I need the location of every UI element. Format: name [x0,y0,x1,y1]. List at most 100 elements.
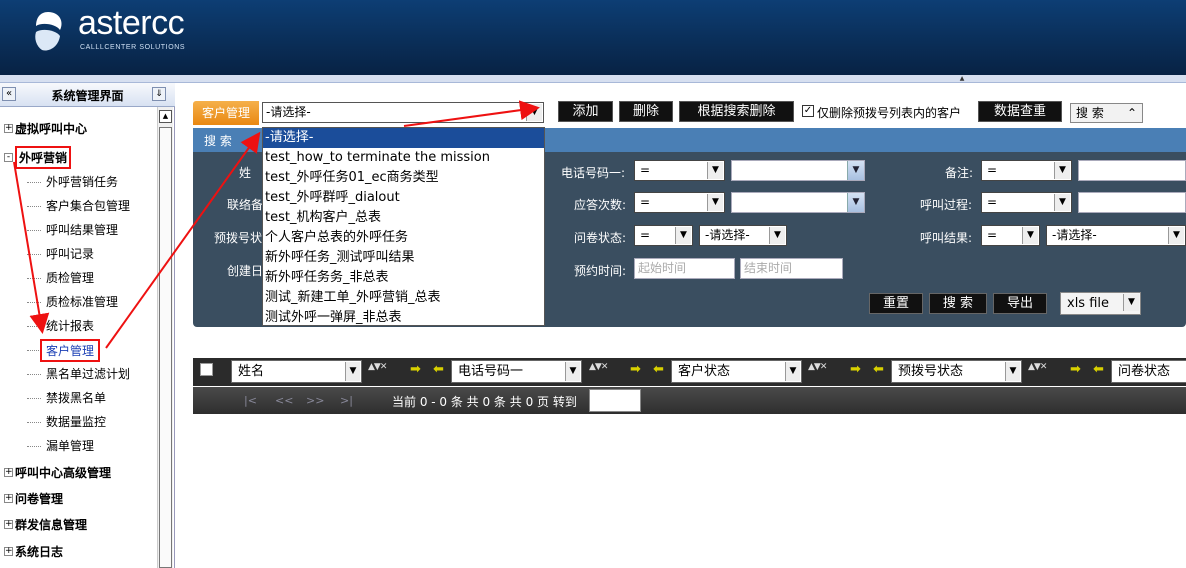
sidebar-item-call-result[interactable]: 呼叫结果管理 [46,221,118,238]
chevron-down-icon[interactable]: ▼ [1054,194,1070,211]
tree-group-advanced[interactable]: + 呼叫中心高级管理 [4,464,111,481]
scroll-thumb[interactable] [159,127,172,568]
note-operator-select[interactable]: = ▼ [981,160,1072,181]
chevron-down-icon[interactable]: ▼ [769,227,785,244]
sidebar-scrollbar[interactable]: ▲ [157,107,173,568]
move-right-icon[interactable]: ➡ [410,362,421,377]
dropdown-option[interactable]: -请选择- [263,128,544,148]
survey-status-select[interactable]: -请选择- ▼ [699,225,787,246]
sidebar-item-qc[interactable]: 质检管理 [46,269,94,286]
export-button[interactable]: 导出 [993,293,1047,314]
tab-customer-manage[interactable]: 客户管理 [193,101,259,125]
tree-group-survey[interactable]: + 问卷管理 [4,490,63,507]
next-page-button[interactable]: >> [306,394,324,407]
expand-icon[interactable]: + [4,547,13,556]
sidebar-item-report[interactable]: 统计报表 [46,317,94,334]
chevron-down-icon[interactable]: ▼ [847,161,864,180]
move-right-icon[interactable]: ➡ [1070,362,1081,377]
add-button[interactable]: 添加 [558,101,613,122]
move-left-icon[interactable]: ⬅ [433,362,444,377]
answer-operator-select[interactable]: = ▼ [634,192,725,213]
column-controls-icon[interactable]: ▲▼✕ [1028,362,1047,372]
goto-page-input[interactable] [589,389,641,412]
pin-icon[interactable]: ⇓ [152,87,166,101]
sidebar-item-qc-standard[interactable]: 质检标准管理 [46,293,118,310]
dedupe-button[interactable]: 数据查重 [978,101,1062,122]
dropdown-option[interactable]: test_外呼任务01_ec商务类型 [263,168,544,188]
survey-operator-select[interactable]: = ▼ [634,225,693,246]
column-customer-status-select[interactable]: 客户状态 ▼ [671,360,802,383]
collapse-icon[interactable]: - [4,153,13,162]
call-process-input[interactable] [1078,192,1186,213]
scroll-up-icon[interactable]: ▲ [159,110,172,123]
move-right-icon[interactable]: ➡ [850,362,861,377]
chevron-down-icon[interactable]: ▼ [785,362,800,381]
expand-icon[interactable]: + [4,124,13,133]
column-controls-icon[interactable]: ▲▼✕ [808,362,827,372]
phone1-operator-select[interactable]: = ▼ [634,160,725,181]
dropdown-option[interactable]: test_how_to terminate the mission [263,148,544,168]
tree-group-system-log[interactable]: + 系统日志 [4,543,63,560]
prev-page-button[interactable]: << [275,394,293,407]
chevron-down-icon[interactable]: ▼ [565,362,580,381]
answer-count-input[interactable]: ▼ [731,192,865,213]
appointment-start-input[interactable]: 起始时间 [634,258,735,279]
reset-button[interactable]: 重置 [869,293,923,314]
task-dropdown-list[interactable]: -请选择- test_how_to terminate the mission … [262,127,545,326]
first-page-button[interactable]: |< [244,394,257,407]
header-splitter[interactable] [0,75,1186,83]
dropdown-option[interactable]: test_机构客户_总表 [263,208,544,228]
select-all-checkbox[interactable] [200,363,213,376]
chevron-down-icon[interactable]: ▼ [1005,362,1020,381]
expand-icon[interactable]: + [4,468,13,477]
tree-group-mass-message[interactable]: + 群发信息管理 [4,516,87,533]
sidebar-item-customer-manage[interactable]: 客户管理 [40,339,101,362]
sidebar-item-blacklist[interactable]: 禁拨黑名单 [46,389,106,406]
chevron-down-icon[interactable]: ▼ [1123,294,1139,311]
chevron-down-icon[interactable]: ▼ [707,162,723,179]
move-left-icon[interactable]: ⬅ [653,362,664,377]
column-phone1-select[interactable]: 电话号码一 ▼ [451,360,582,383]
note-input[interactable] [1078,160,1186,181]
column-controls-icon[interactable]: ▲▼✕ [589,362,608,372]
result-operator-select[interactable]: = ▼ [981,225,1040,246]
sidebar-item-customer-package[interactable]: 客户集合包管理 [46,197,130,214]
tree-group-virtual-callcenter[interactable]: + 虚拟呼叫中心 [4,120,87,137]
chevron-down-icon[interactable]: ▼ [526,104,542,121]
move-left-icon[interactable]: ⬅ [873,362,884,377]
splitter-grip-icon[interactable]: ▲ [952,76,972,82]
chevron-down-icon[interactable]: ▼ [1054,162,1070,179]
column-controls-icon[interactable]: ▲▼✕ [368,362,387,372]
chevron-down-icon[interactable]: ▼ [675,227,691,244]
phone1-input[interactable]: ▼ [731,160,865,181]
move-left-icon[interactable]: ⬅ [1093,362,1104,377]
task-select[interactable]: -请选择- ▼ [262,102,544,123]
sidebar-item-blacklist-plan[interactable]: 黑名单过滤计划 [46,365,130,382]
dropdown-option[interactable]: 新外呼任务务_非总表 [263,268,544,288]
chevron-down-icon[interactable]: ▼ [707,194,723,211]
last-page-button[interactable]: >| [340,394,353,407]
dropdown-option[interactable]: 新外呼任务_测试呼叫结果 [263,248,544,268]
search-toggle-button[interactable]: 搜 索 ⌃ [1070,103,1143,123]
process-operator-select[interactable]: = ▼ [981,192,1072,213]
column-predial-status-select[interactable]: 预拨号状态 ▼ [891,360,1022,383]
sidebar-item-missed[interactable]: 漏单管理 [46,437,94,454]
delete-by-search-button[interactable]: 根据搜索删除 [679,101,794,122]
expand-icon[interactable]: + [4,494,13,503]
tree-group-outbound[interactable]: - 外呼营销 [4,146,72,169]
search-button[interactable]: 搜 索 [929,293,987,314]
sidebar-item-outbound-task[interactable]: 外呼营销任务 [46,173,118,190]
expand-icon[interactable]: + [4,520,13,529]
dropdown-option[interactable]: test_外呼群呼_dialout [263,188,544,208]
column-survey-status-select[interactable]: 问卷状态 [1111,360,1186,383]
appointment-end-input[interactable]: 结束时间 [740,258,843,279]
chevron-down-icon[interactable]: ▼ [847,193,864,212]
call-result-select[interactable]: -请选择- ▼ [1046,225,1186,246]
export-format-select[interactable]: xls file ▼ [1060,292,1141,315]
dropdown-option[interactable]: 个人客户总表的外呼任务 [263,228,544,248]
dropdown-option[interactable]: 测试外呼一弹屏_非总表 [263,308,544,328]
predial-only-checkbox[interactable]: ✓ [802,105,814,117]
dropdown-option[interactable]: 测试_新建工单_外呼营销_总表 [263,288,544,308]
chevron-down-icon[interactable]: ▼ [1022,227,1038,244]
delete-button[interactable]: 删除 [619,101,673,122]
